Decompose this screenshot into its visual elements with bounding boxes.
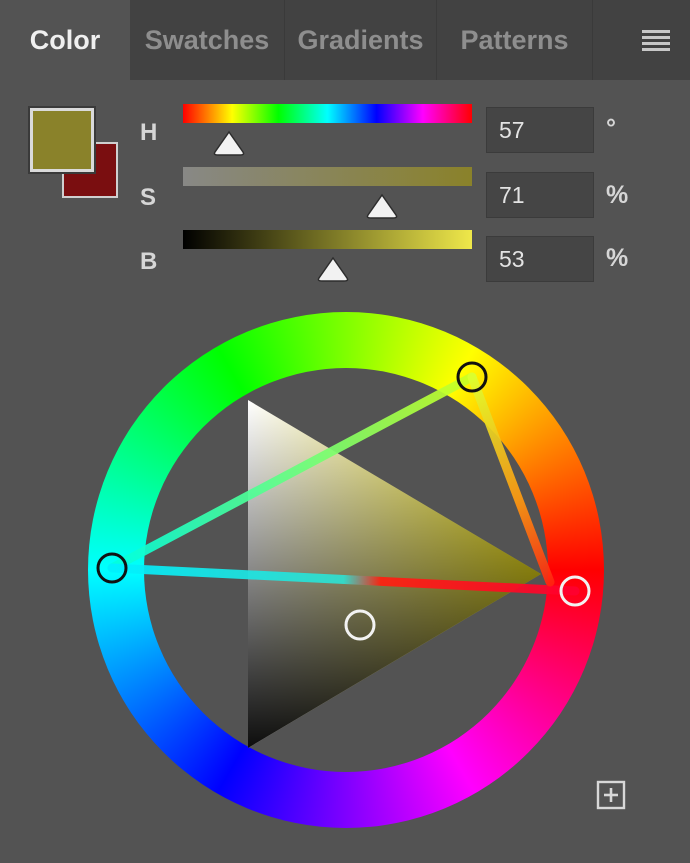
saturation-label: S [140, 184, 157, 211]
brightness-unit: % [606, 244, 629, 272]
tab-swatches[interactable]: Swatches [130, 0, 285, 80]
saturation-slider-thumb[interactable] [365, 193, 399, 219]
hue-slider-track[interactable] [183, 104, 472, 123]
brightness-input[interactable] [486, 236, 594, 282]
tab-color[interactable]: Color [0, 0, 130, 80]
color-wheel[interactable] [88, 312, 604, 828]
brightness-slider-thumb[interactable] [316, 256, 350, 282]
saturation-input[interactable] [486, 172, 594, 218]
hue-slider-thumb[interactable] [212, 130, 246, 156]
brightness-slider-track[interactable] [183, 230, 472, 249]
tab-patterns[interactable]: Patterns [437, 0, 593, 80]
brightness-label: B [140, 248, 158, 275]
hue-unit: ° [606, 114, 616, 142]
foreground-color-swatch[interactable] [28, 106, 96, 174]
panel-tab-bar: Color Swatches Gradients Patterns [0, 0, 690, 80]
color-harmony-overlay [96, 361, 591, 748]
saturation-unit: % [606, 181, 629, 209]
plus-square-icon[interactable] [596, 780, 626, 810]
hue-label: H [140, 119, 158, 146]
saturation-slider-track[interactable] [183, 167, 472, 186]
tab-gradients[interactable]: Gradients [285, 0, 437, 80]
hue-input[interactable] [486, 107, 594, 153]
hamburger-menu-icon[interactable] [642, 30, 670, 52]
